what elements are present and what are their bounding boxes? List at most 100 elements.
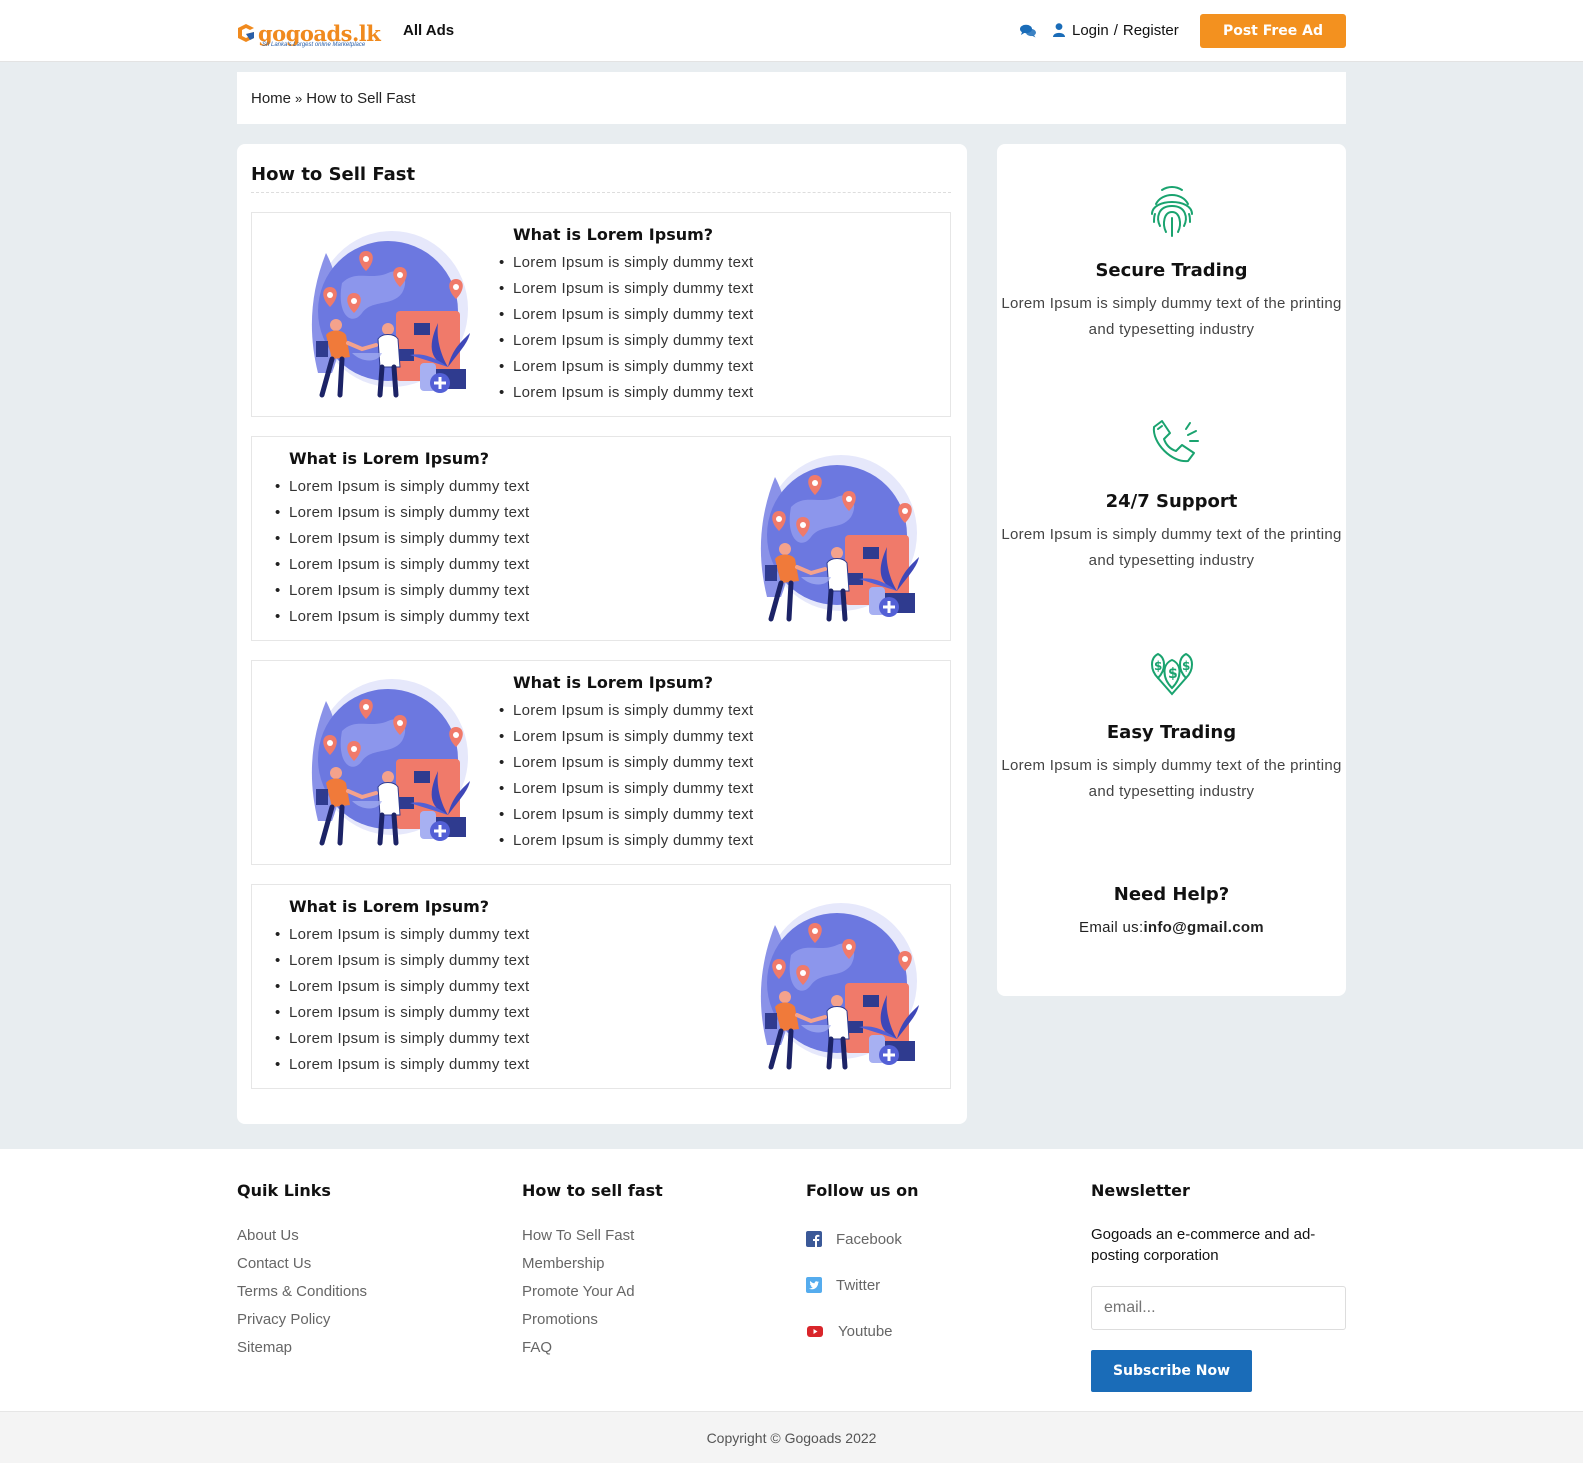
svg-text:$: $ <box>1168 666 1178 682</box>
list-item: Lorem Ipsum is simply dummy text <box>275 1000 530 1026</box>
help-email-label: Email us: <box>1079 919 1144 936</box>
footer-follow: Follow us on Facebook Twitter Youtube <box>806 1181 918 1354</box>
nav-all-ads-link[interactable]: All Ads <box>403 22 454 39</box>
auth-separator: / <box>1113 22 1118 39</box>
help-section: Need Help? Email us:info@gmail.com <box>997 884 1346 936</box>
breadcrumb-home-link[interactable]: Home <box>251 90 291 107</box>
phone-icon <box>1152 420 1199 463</box>
footer-column-title: Follow us on <box>806 1181 919 1200</box>
list-item: Lorem Ipsum is simply dummy text <box>499 802 754 828</box>
footer-link-promote[interactable]: Promote Your Ad <box>522 1278 663 1306</box>
twitter-icon <box>806 1277 822 1293</box>
list-item: Lorem Ipsum is simply dummy text <box>275 604 530 630</box>
list-item: Lorem Ipsum is simply dummy text <box>499 328 754 354</box>
list-item: Lorem Ipsum is simply dummy text <box>499 750 754 776</box>
footer-link-promotions[interactable]: Promotions <box>522 1306 663 1334</box>
chat-icon[interactable] <box>1020 24 1036 38</box>
facebook-icon <box>806 1231 822 1247</box>
breadcrumb-separator: » <box>295 91 303 106</box>
trade-illustration <box>292 223 472 403</box>
youtube-link[interactable]: Youtube <box>806 1308 918 1354</box>
trade-illustration <box>741 895 921 1075</box>
list-item: Lorem Ipsum is simply dummy text <box>275 1052 530 1078</box>
subscribe-button[interactable]: Subscribe Now <box>1091 1350 1252 1392</box>
list-item: Lorem Ipsum is simply dummy text <box>275 500 530 526</box>
list-item: Lorem Ipsum is simply dummy text <box>275 974 530 1000</box>
footer-newsletter: Newsletter Gogoads an e-commerce and ad-… <box>1091 1181 1346 1392</box>
twitter-label: Twitter <box>836 1276 881 1294</box>
footer-link-membership[interactable]: Membership <box>522 1250 663 1278</box>
info-card-heading: What is Lorem Ipsum? <box>289 449 490 468</box>
feature-support: 24/7 Support Lorem Ipsum is simply dummy… <box>997 413 1346 574</box>
newsletter-email-input[interactable] <box>1091 1286 1346 1330</box>
footer-link-terms[interactable]: Terms & Conditions <box>237 1278 367 1306</box>
feature-text: Lorem Ipsum is simply dummy text of the … <box>1001 757 1342 800</box>
site-header: gogoads.lk Sri Lanka's Largest online Ma… <box>0 0 1583 62</box>
footer-quick-links: Quik Links About Us Contact Us Terms & C… <box>237 1181 367 1362</box>
info-card-content: What is Lorem Ipsum? Lorem Ipsum is simp… <box>499 673 754 854</box>
feature-secure-trading: Secure Trading Lorem Ipsum is simply dum… <box>997 182 1346 343</box>
list-item: Lorem Ipsum is simply dummy text <box>499 724 754 750</box>
footer-column-title: Quik Links <box>237 1181 331 1200</box>
copyright-text: Copyright © Gogoads 2022 <box>0 1411 1583 1463</box>
info-card-content: What is Lorem Ipsum? Lorem Ipsum is simp… <box>275 449 530 630</box>
twitter-link[interactable]: Twitter <box>806 1262 918 1308</box>
facebook-label: Facebook <box>836 1230 902 1248</box>
list-item: Lorem Ipsum is simply dummy text <box>499 354 754 380</box>
breadcrumb-current: How to Sell Fast <box>306 90 416 107</box>
info-card-heading: What is Lorem Ipsum? <box>289 897 490 916</box>
info-card-content: What is Lorem Ipsum? Lorem Ipsum is simp… <box>499 225 754 406</box>
info-card-list: Lorem Ipsum is simply dummy text Lorem I… <box>275 922 530 1078</box>
feature-text: Lorem Ipsum is simply dummy text of the … <box>1001 295 1342 338</box>
info-card: What is Lorem Ipsum? Lorem Ipsum is simp… <box>251 884 951 1089</box>
help-title: Need Help? <box>1113 884 1230 905</box>
list-item: Lorem Ipsum is simply dummy text <box>275 948 530 974</box>
facebook-link[interactable]: Facebook <box>806 1216 918 1262</box>
money-pins-icon: $ $ $ <box>1150 652 1193 696</box>
trade-illustration <box>741 447 921 627</box>
info-card-content: What is Lorem Ipsum? Lorem Ipsum is simp… <box>275 897 530 1078</box>
youtube-icon <box>807 1326 823 1337</box>
footer-column-title: Newsletter <box>1091 1181 1190 1200</box>
svg-text:$: $ <box>1182 659 1190 673</box>
auth-links: Login / Register <box>1072 22 1179 39</box>
list-item: Lorem Ipsum is simply dummy text <box>499 776 754 802</box>
register-link[interactable]: Register <box>1123 22 1179 39</box>
features-sidebar: Secure Trading Lorem Ipsum is simply dum… <box>997 144 1346 996</box>
logo-tagline: Sri Lanka's Largest online Marketplace <box>262 42 366 48</box>
list-item: Lorem Ipsum is simply dummy text <box>275 578 530 604</box>
site-footer: Quik Links About Us Contact Us Terms & C… <box>0 1149 1583 1411</box>
page-title: How to Sell Fast <box>251 164 416 185</box>
footer-link-privacy[interactable]: Privacy Policy <box>237 1306 367 1334</box>
list-item: Lorem Ipsum is simply dummy text <box>275 1026 530 1052</box>
feature-title: 24/7 Support <box>1105 491 1238 512</box>
list-item: Lorem Ipsum is simply dummy text <box>499 380 754 406</box>
footer-link-faq[interactable]: FAQ <box>522 1334 663 1362</box>
footer-link-contact-us[interactable]: Contact Us <box>237 1250 367 1278</box>
footer-link-how-to-sell[interactable]: How To Sell Fast <box>522 1222 663 1250</box>
youtube-label: Youtube <box>838 1322 893 1340</box>
info-card: What is Lorem Ipsum? Lorem Ipsum is simp… <box>251 212 951 417</box>
list-item: Lorem Ipsum is simply dummy text <box>275 922 530 948</box>
svg-text:$: $ <box>1154 659 1162 673</box>
post-free-ad-button[interactable]: Post Free Ad <box>1200 14 1346 48</box>
user-icon <box>1053 23 1065 37</box>
footer-link-sitemap[interactable]: Sitemap <box>237 1334 367 1362</box>
info-card-list: Lorem Ipsum is simply dummy text Lorem I… <box>275 474 530 630</box>
info-card: What is Lorem Ipsum? Lorem Ipsum is simp… <box>251 436 951 641</box>
list-item: Lorem Ipsum is simply dummy text <box>275 474 530 500</box>
breadcrumb-bar: Home » How to Sell Fast <box>237 72 1346 124</box>
list-item: Lorem Ipsum is simply dummy text <box>275 552 530 578</box>
list-item: Lorem Ipsum is simply dummy text <box>499 250 754 276</box>
main-content-panel: How to Sell Fast What is Lorem Ipsum? Lo… <box>237 144 967 1124</box>
site-logo[interactable]: gogoads.lk Sri Lanka's Largest online Ma… <box>236 18 381 48</box>
feature-easy-trading: $ $ $ Easy Trading Lorem Ipsum is simply… <box>997 644 1346 805</box>
info-card-heading: What is Lorem Ipsum? <box>513 673 714 692</box>
login-link[interactable]: Login <box>1072 22 1109 39</box>
list-item: Lorem Ipsum is simply dummy text <box>275 526 530 552</box>
footer-sell-fast: How to sell fast How To Sell Fast Member… <box>522 1181 663 1362</box>
footer-column-title: How to sell fast <box>522 1181 663 1200</box>
footer-link-about-us[interactable]: About Us <box>237 1222 367 1250</box>
help-email-link[interactable]: info@gmail.com <box>1143 919 1264 936</box>
list-item: Lorem Ipsum is simply dummy text <box>499 828 754 854</box>
